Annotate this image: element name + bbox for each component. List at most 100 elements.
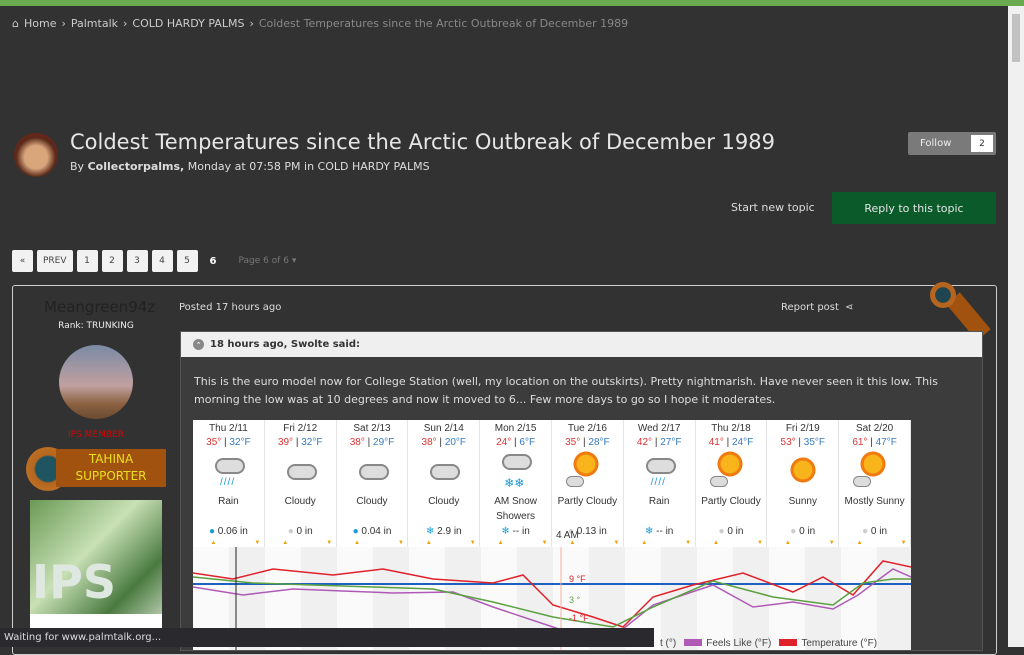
- rain-icon: ////: [220, 477, 236, 488]
- first-page-button[interactable]: «: [12, 250, 33, 272]
- breadcrumb-home[interactable]: Home: [24, 17, 56, 30]
- ips-logo-text: IPS: [32, 555, 116, 609]
- tahina-supporter-badge: TAHINA SUPPORTER: [26, 445, 166, 493]
- precip: ● 0.04 in: [352, 526, 392, 537]
- quote-header[interactable]: ⌃ 18 hours ago, Swolte said:: [181, 332, 982, 357]
- tahina-text: TAHINA: [88, 452, 134, 466]
- chevron-up-icon[interactable]: ⌃: [193, 339, 204, 350]
- scrollbar-thumb[interactable]: [1012, 14, 1020, 62]
- reply-button[interactable]: Reply to this topic: [832, 192, 996, 224]
- sunrise-sunset-icons: ▲ ▼: [210, 540, 261, 546]
- legend-dewpoint: t (°): [660, 638, 677, 649]
- feels-readout: -1 °F: [569, 613, 589, 623]
- start-new-topic-link[interactable]: Start new topic: [731, 201, 815, 214]
- forecast-image: Thu 2/11 35° | 32°F //// Rain ● 0.06 in …: [193, 420, 911, 650]
- weather-icon: [696, 450, 767, 494]
- day-temps: 24° | 6°F: [496, 437, 536, 448]
- forecast-day: Mon 2/15 24° | 6°F ❄❄ AM Snow Showers ❄ …: [480, 420, 552, 547]
- day-temps: 53° | 35°F: [780, 437, 826, 448]
- cloud-icon: [565, 476, 584, 487]
- condition-label: AM Snow Showers: [494, 496, 537, 522]
- day-label: Wed 2/17: [637, 423, 681, 434]
- page-2-button[interactable]: 2: [101, 250, 123, 272]
- forecast-day: Sun 2/14 38° | 20°F Cloudy ❄ 2.9 in ▲ ▼: [408, 420, 481, 547]
- topic-byline: By Collectorpalms, Monday at 07:58 PM in…: [70, 160, 430, 173]
- day-temps: 38° | 20°F: [421, 437, 467, 448]
- topic-meta: Monday at 07:58 PM in COLD HARDY PALMS: [187, 160, 430, 173]
- cloud-icon: [502, 454, 533, 470]
- palm-medal-icon: [930, 282, 956, 308]
- tahina-band: TAHINA SUPPORTER: [56, 449, 166, 487]
- weather-icon: [552, 450, 623, 494]
- topic-author-link[interactable]: Collectorpalms,: [88, 160, 185, 173]
- forecast-day: Sat 2/20 61° | 47°F Mostly Sunny ● 0 in …: [839, 420, 911, 547]
- day-label: Sat 2/20: [855, 423, 894, 434]
- precip: ● 0 in: [790, 526, 816, 537]
- condition-label: Cloudy: [284, 496, 316, 507]
- page-5-button[interactable]: 5: [176, 250, 198, 272]
- current-page: 6: [209, 255, 217, 267]
- day-label: Tue 2/16: [567, 423, 607, 434]
- follow-label: Follow: [920, 138, 952, 149]
- page-3-button[interactable]: 3: [126, 250, 148, 272]
- weather-icon: [767, 450, 838, 494]
- sun-icon: [859, 450, 888, 478]
- breadcrumb-palmtalk[interactable]: Palmtalk: [71, 17, 118, 30]
- topic-author-avatar[interactable]: [14, 133, 58, 177]
- chevron-right-icon: ›: [61, 17, 66, 30]
- share-icon[interactable]: ⋖: [845, 302, 853, 313]
- page-4-button[interactable]: 4: [151, 250, 173, 272]
- day-label: Thu 2/11: [209, 423, 248, 434]
- rain-icon: ////: [650, 477, 666, 488]
- day-temps: 35° | 32°F: [206, 437, 251, 448]
- post-author-avatar[interactable]: [59, 345, 133, 419]
- ips-logo-image: IPSINTERNATIONAL PALM SOCIETY: [30, 500, 162, 640]
- forecast-day: Fri 2/19 53° | 35°F Sunny ● 0 in ▲ ▼: [767, 420, 840, 547]
- weather-icon: ////: [624, 450, 695, 494]
- browser-status-bar: Waiting for www.palmtalk.org...: [0, 628, 654, 647]
- weather-icon: ////: [193, 450, 264, 494]
- chevron-right-icon: ›: [249, 17, 254, 30]
- sun-icon: [715, 450, 744, 478]
- condition-label: Cloudy: [356, 496, 388, 507]
- condition-label: Partly Cloudy: [701, 496, 761, 507]
- follow-button[interactable]: Follow 2: [908, 132, 996, 155]
- ips-member-label: IPS MEMBER: [68, 430, 124, 440]
- day-temps: 39° | 32°F: [277, 437, 323, 448]
- page-scrollbar[interactable]: [1008, 6, 1024, 647]
- cloud-icon: [430, 464, 461, 480]
- forecast-day: Wed 2/17 42° | 27°F //// Rain ❄ -- in ▲ ▼: [624, 420, 696, 547]
- precip: ❄ -- in: [644, 526, 674, 537]
- top-accent-bar: [0, 0, 1024, 6]
- home-icon: ⌂: [12, 17, 19, 30]
- breadcrumb-forum[interactable]: COLD HARDY PALMS: [132, 17, 244, 30]
- supporter-text: SUPPORTER: [75, 469, 147, 483]
- precip: ● 0 in: [718, 526, 744, 537]
- by-label: By: [70, 160, 85, 173]
- post-author-name[interactable]: Meangreen94z: [44, 298, 155, 316]
- condition-label: Mostly Sunny: [844, 496, 905, 507]
- condition-label: Sunny: [788, 496, 817, 507]
- sunrise-sunset-icons: ▲ ▼: [641, 540, 692, 546]
- day-label: Sun 2/14: [423, 423, 464, 434]
- prev-page-button[interactable]: PREV: [37, 250, 73, 272]
- forecast-days: Thu 2/11 35° | 32°F //// Rain ● 0.06 in …: [193, 420, 911, 547]
- report-post-link[interactable]: Report post: [781, 302, 839, 313]
- cloud-icon: [215, 458, 245, 474]
- forecast-day: Fri 2/12 39° | 32°F Cloudy ● 0 in ▲ ▼: [265, 420, 337, 547]
- sunrise-sunset-icons: ▲ ▼: [856, 540, 907, 546]
- condition-label: Partly Cloudy: [557, 496, 618, 507]
- dewpoint-readout: 3 °: [569, 595, 581, 605]
- page-jump-dropdown[interactable]: Page 6 of 6 ▾: [239, 256, 297, 266]
- weather-icon: [337, 450, 408, 494]
- day-label: Thu 2/18: [711, 423, 751, 434]
- page-1-button[interactable]: 1: [76, 250, 98, 272]
- pagination: « PREV 1 2 3 4 5 6 Page 6 of 6 ▾: [12, 250, 296, 272]
- cloud-icon: [645, 458, 676, 474]
- temp-readout: 9 °F: [569, 574, 586, 584]
- author-rank: Rank: TRUNKING: [58, 321, 134, 331]
- day-temps: 42° | 27°F: [636, 437, 682, 448]
- time-readout: 4 AM: [556, 530, 579, 541]
- precip: ● 0 in: [862, 526, 888, 537]
- legend-feels-like: Feels Like (°F): [684, 638, 771, 649]
